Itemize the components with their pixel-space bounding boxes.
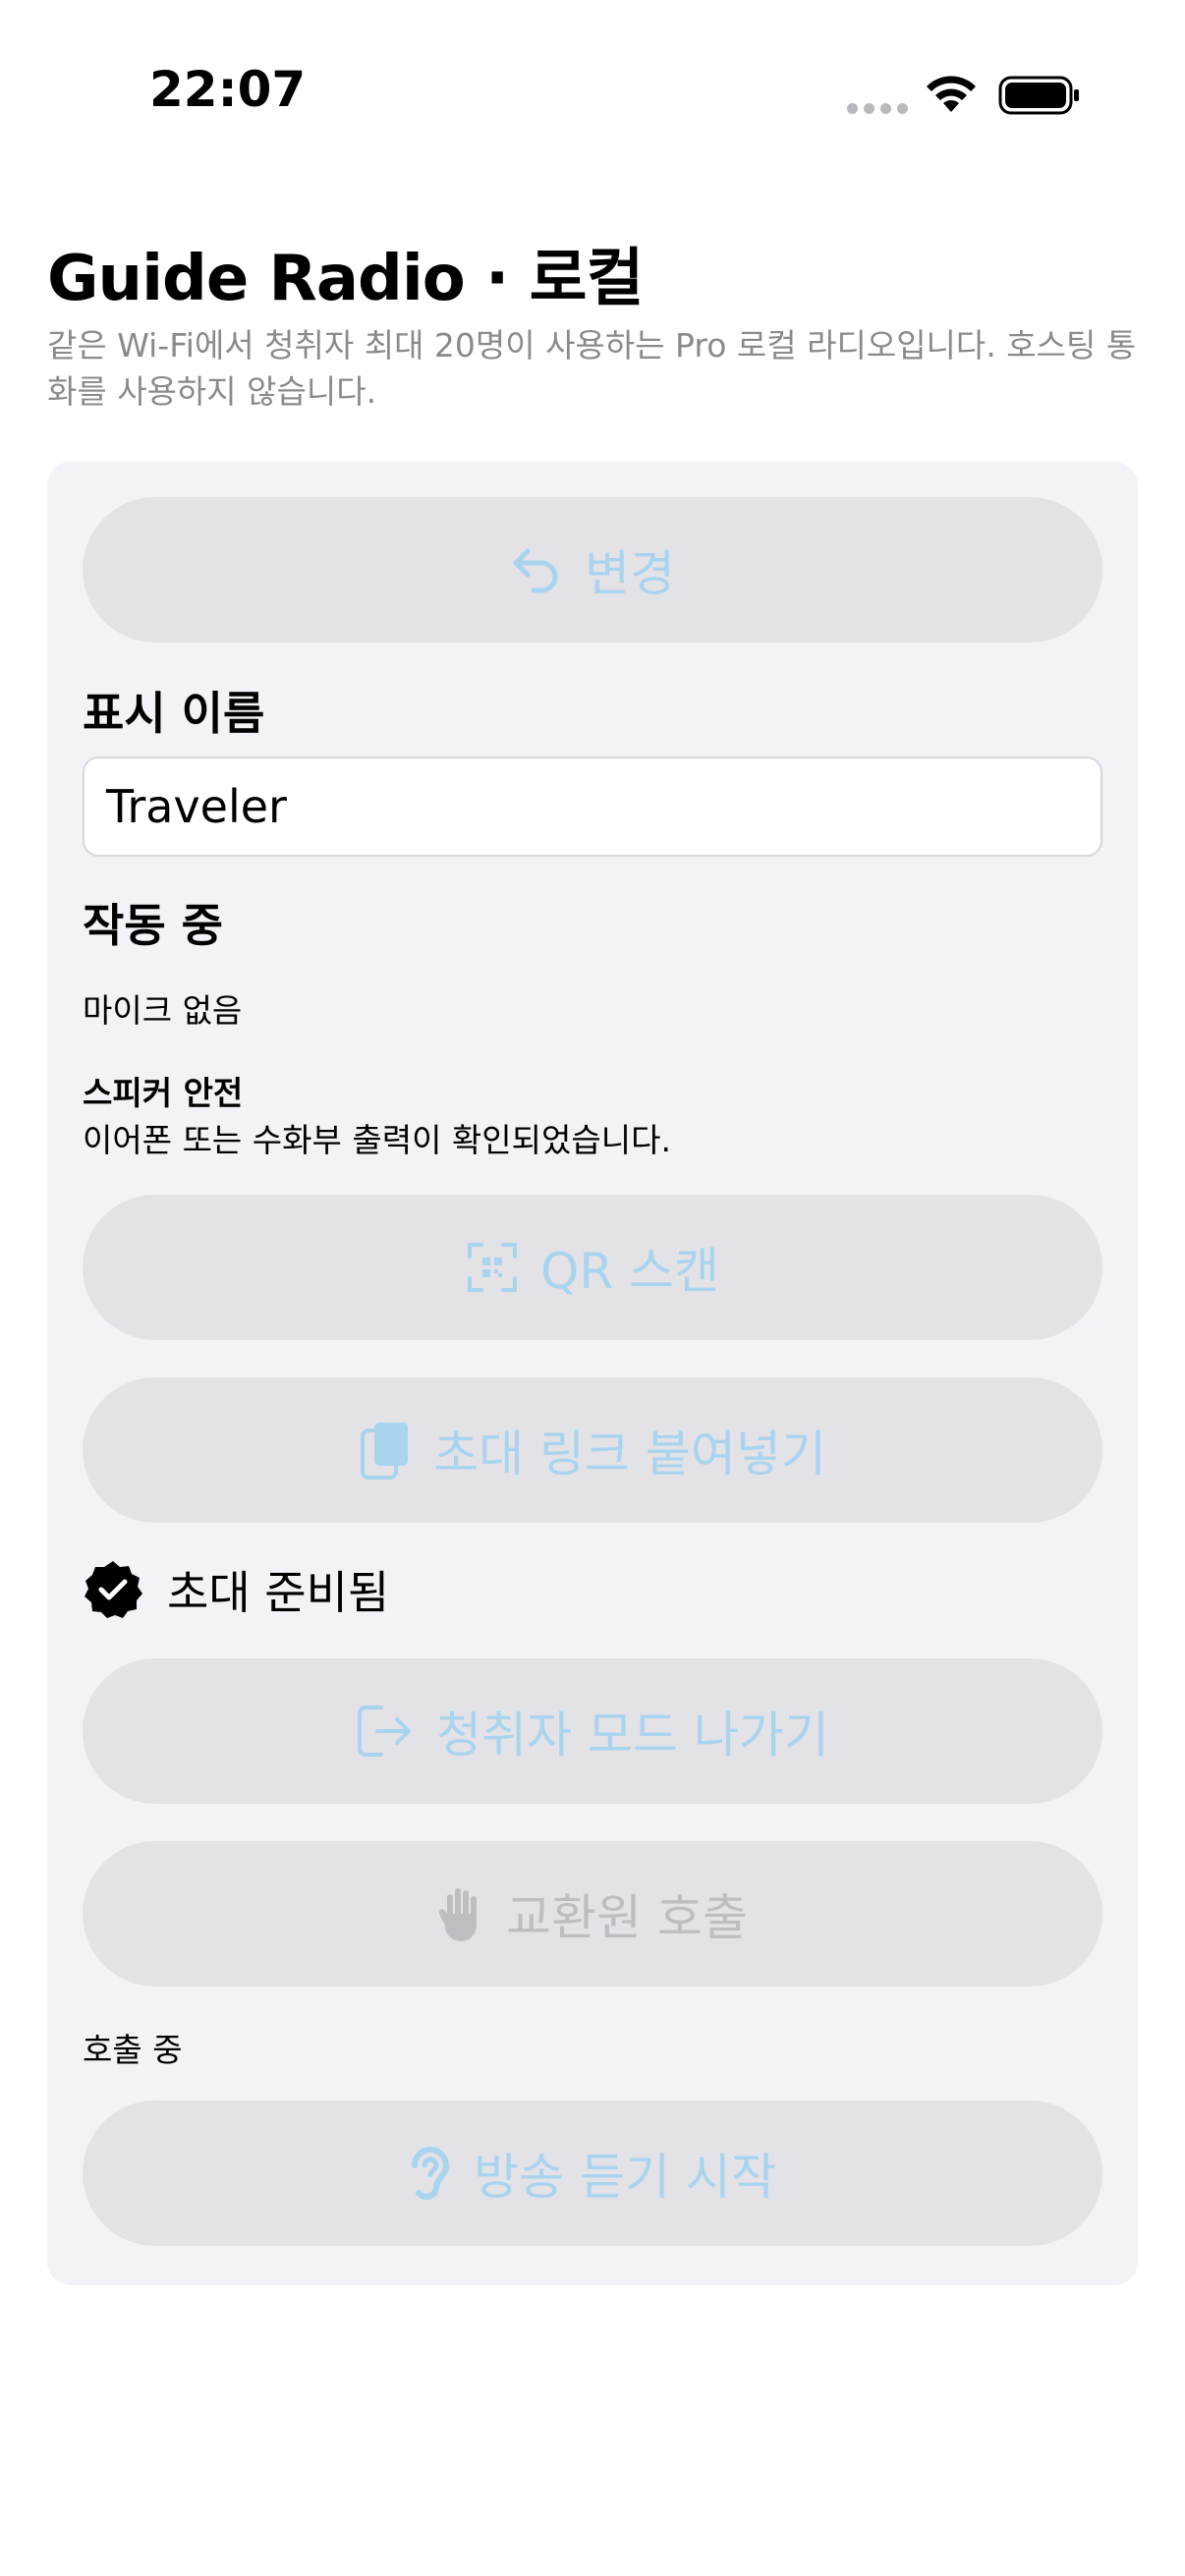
speaker-safety-title: 스피커 안전	[83, 1074, 244, 1112]
qr-scan-button-label: QR 스캔	[540, 1243, 719, 1300]
paste-invite-link-button-label: 초대 링크 붙여넣기	[433, 1426, 826, 1483]
display-name-field[interactable]: Traveler	[83, 756, 1102, 857]
raised-hand-icon	[438, 1888, 478, 1941]
page-subtitle: 같은 Wi-Fi에서 청취자 최대 20명이 사용하는 Pro 로컬 라디오입니…	[47, 326, 1137, 411]
mic-status-text: 마이크 없음	[83, 991, 243, 1030]
display-name-label: 표시 이름	[83, 687, 265, 740]
cellular-signal-icon	[847, 103, 908, 114]
exit-listener-mode-button[interactable]: 청취자 모드 나가기	[83, 1658, 1102, 1804]
qr-scan-button[interactable]: QR 스캔	[83, 1195, 1102, 1340]
battery-icon	[998, 76, 1079, 115]
status-time: 22:07	[149, 61, 307, 118]
start-listening-button-label: 방송 듣기 시작	[474, 2149, 776, 2206]
invite-ready-label: 초대 준비됨	[167, 1566, 390, 1619]
clipboard-paste-icon	[361, 1423, 409, 1480]
wifi-icon	[927, 76, 976, 112]
paste-invite-link-button[interactable]: 초대 링크 붙여넣기	[83, 1377, 1102, 1523]
display-name-value: Traveler	[106, 780, 287, 833]
radio-settings-card: 변경 표시 이름 Traveler 작동 중 마이크 없음 스피커 안전 이어폰…	[47, 462, 1138, 2285]
exit-arrow-icon	[358, 1706, 412, 1757]
calling-status-text: 호출 중	[83, 2031, 183, 2069]
call-operator-button-label: 교환원 호출	[506, 1889, 748, 1946]
qr-code-icon	[468, 1243, 517, 1292]
change-button[interactable]: 변경	[83, 497, 1102, 643]
exit-listener-mode-button-label: 청취자 모드 나가기	[436, 1707, 829, 1764]
call-operator-button[interactable]: 교환원 호출	[83, 1841, 1102, 1987]
ear-icon	[412, 2147, 450, 2200]
speaker-safety-detail: 이어폰 또는 수화부 출력이 확인되었습니다.	[83, 1121, 671, 1159]
status-bar: 22:07	[0, 0, 1185, 177]
start-listening-button[interactable]: 방송 듣기 시작	[83, 2100, 1102, 2246]
undo-arrow-icon	[513, 548, 558, 593]
change-button-label: 변경	[585, 545, 675, 602]
page-title: Guide Radio · 로컬	[47, 243, 644, 315]
checkmark-seal-icon	[85, 1561, 142, 1618]
invite-ready-status: 초대 준비됨	[83, 1558, 389, 1621]
active-status-label: 작동 중	[83, 899, 223, 952]
